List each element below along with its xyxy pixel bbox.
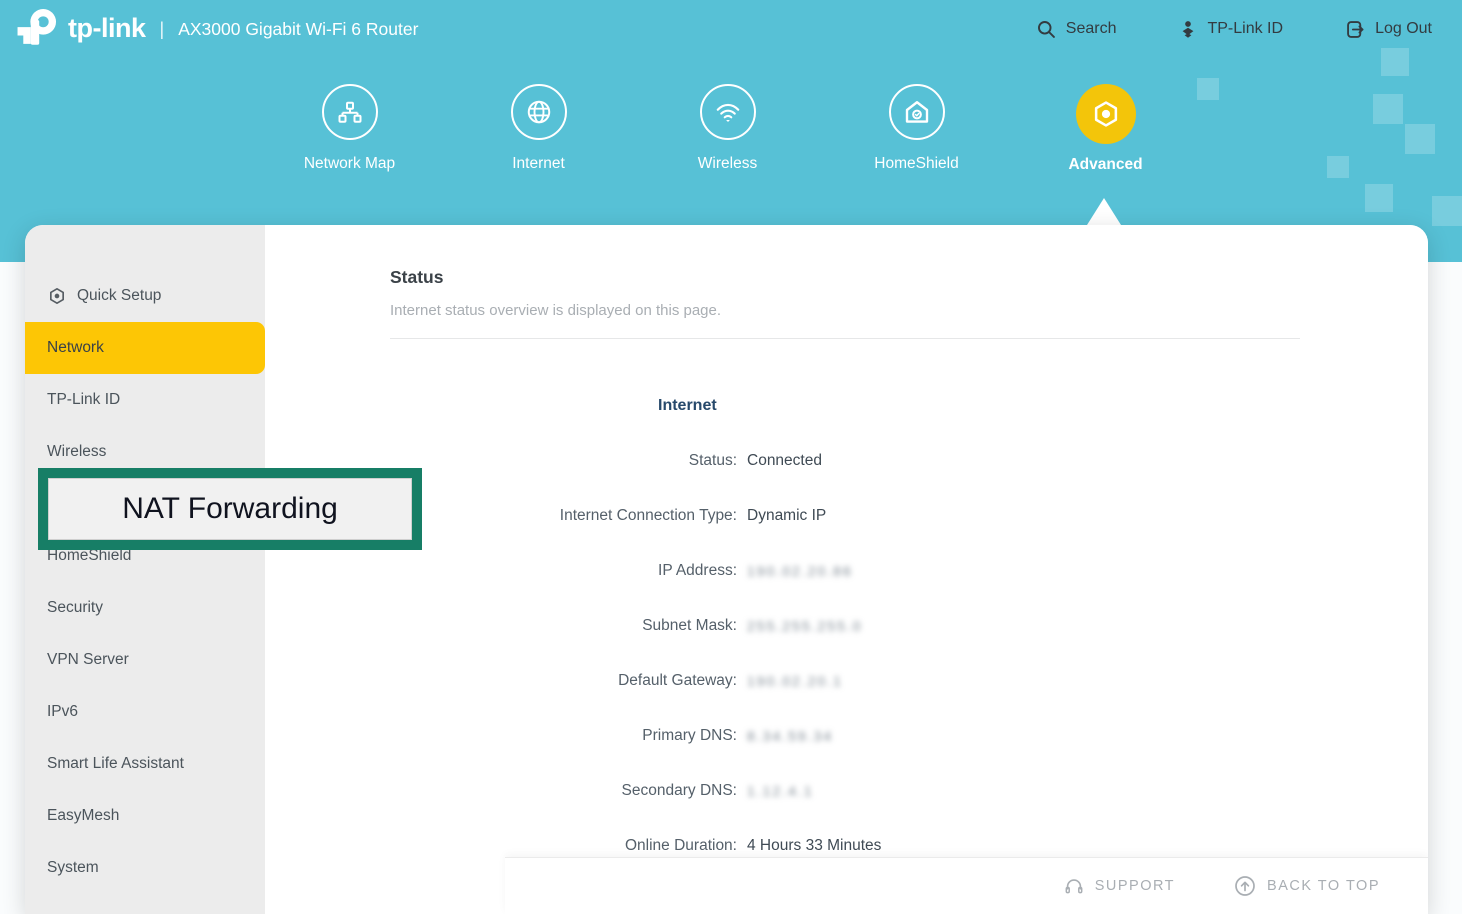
sidebar-item-quick-setup[interactable]: Quick Setup — [25, 270, 265, 322]
sidebar-item-label: EasyMesh — [47, 807, 119, 825]
status-row: Default Gateway:190.02.20.1 — [265, 653, 1428, 708]
row-value-redacted: 1.12.4.1 — [737, 783, 814, 799]
sidebar-item-ipv6[interactable]: IPv6 — [25, 686, 265, 738]
decor-square — [1405, 124, 1435, 154]
tplink-id-button[interactable]: TP-Link ID — [1178, 19, 1283, 39]
back-to-top-button[interactable]: BACK TO TOP — [1233, 874, 1380, 898]
row-label: Default Gateway: — [265, 672, 737, 690]
internet-section-title: Internet — [658, 397, 717, 415]
sidebar-item-label: Wireless — [47, 443, 106, 461]
arrow-up-circle-icon — [1233, 874, 1257, 898]
row-label: Online Duration: — [265, 837, 737, 855]
row-value-redacted: 8.34.59.34 — [737, 728, 833, 744]
decor-square — [1432, 196, 1462, 226]
tab-advanced[interactable]: Advanced — [1011, 84, 1200, 174]
logout-button[interactable]: Log Out — [1345, 19, 1432, 40]
active-tab-pointer — [1087, 198, 1121, 225]
router-model: AX3000 Gigabit Wi-Fi 6 Router — [178, 19, 418, 40]
sidebar-item-label: System — [47, 859, 99, 877]
decor-square — [1373, 94, 1403, 124]
main-panel: Status Internet status overview is displ… — [265, 225, 1428, 914]
tplink-id-label: TP-Link ID — [1207, 20, 1283, 38]
row-value: Connected — [737, 452, 822, 470]
search-label: Search — [1066, 20, 1117, 38]
sidebar-item-vpn-server[interactable]: VPN Server — [25, 634, 265, 686]
row-label: Subnet Mask: — [265, 617, 737, 635]
router-admin-page: tp-link | AX3000 Gigabit Wi-Fi 6 Router … — [0, 0, 1462, 914]
row-value-redacted: 255.255.255.0 — [737, 618, 863, 634]
tab-label: HomeShield — [874, 155, 958, 173]
status-rows: Status:ConnectedInternet Connection Type… — [265, 433, 1428, 873]
sidebar-item-label: Quick Setup — [77, 287, 161, 305]
row-value: Dynamic IP — [737, 507, 826, 525]
tab-homeshield[interactable]: HomeShield — [822, 84, 1011, 174]
sidebar-item-easymesh[interactable]: EasyMesh — [25, 790, 265, 842]
decor-square — [1327, 156, 1349, 178]
top-actions: Search TP-Link ID Log Out — [1036, 0, 1432, 58]
sidebar-item-smart-life-assistant[interactable]: Smart Life Assistant — [25, 738, 265, 790]
row-value: 4 Hours 33 Minutes — [737, 837, 881, 855]
brand-divider: | — [154, 19, 171, 40]
sidebar-item-system[interactable]: System — [25, 842, 265, 894]
top-bar: tp-link | AX3000 Gigabit Wi-Fi 6 Router … — [0, 0, 1462, 58]
wifi-icon — [700, 84, 756, 140]
sidebar-menu: Quick SetupNetworkTP-Link IDWirelessNAT … — [25, 225, 265, 914]
tab-label: Internet — [512, 155, 565, 173]
quick-setup-gear-icon — [47, 286, 67, 306]
internet-globe-icon — [511, 84, 567, 140]
sidebar-item-label: Network — [47, 339, 104, 357]
sidebar-item-label: TP-Link ID — [47, 391, 120, 409]
sidebar-item-label: VPN Server — [47, 651, 129, 669]
row-value-redacted: 190.02.20.86 — [737, 563, 853, 579]
tab-network-map[interactable]: Network Map — [255, 84, 444, 174]
status-row: Status:Connected — [265, 433, 1428, 488]
search-button[interactable]: Search — [1036, 19, 1117, 40]
page-title: Status — [390, 267, 443, 288]
status-row: Primary DNS:8.34.59.34 — [265, 708, 1428, 763]
support-button[interactable]: SUPPORT — [1063, 875, 1175, 897]
sidebar-item-security[interactable]: Security — [25, 582, 265, 634]
row-value-redacted: 190.02.20.1 — [737, 673, 843, 689]
row-label: IP Address: — [265, 562, 737, 580]
tab-label: Wireless — [698, 155, 757, 173]
decor-square — [1197, 78, 1219, 100]
status-row: Internet Connection Type:Dynamic IP — [265, 488, 1428, 543]
logout-label: Log Out — [1375, 20, 1432, 38]
decor-square — [1365, 184, 1393, 212]
divider-line — [390, 338, 1300, 339]
network-map-icon — [322, 84, 378, 140]
sidebar-item-label: IPv6 — [47, 703, 78, 721]
sidebar-item-tp-link-id[interactable]: TP-Link ID — [25, 374, 265, 426]
tp-link-logo-icon — [14, 5, 60, 51]
sidebar-item-label: Security — [47, 599, 103, 617]
tab-label: Network Map — [304, 155, 395, 173]
sidebar-item-label: Smart Life Assistant — [47, 755, 184, 773]
tab-internet[interactable]: Internet — [444, 84, 633, 174]
back-to-top-label: BACK TO TOP — [1267, 878, 1380, 894]
nat-forwarding-annotation-box: NAT Forwarding — [38, 468, 422, 550]
homeshield-icon — [889, 84, 945, 140]
status-row: Subnet Mask:255.255.255.0 — [265, 598, 1428, 653]
row-label: Secondary DNS: — [265, 782, 737, 800]
logout-icon — [1345, 19, 1366, 40]
main-nav: Network Map Internet — [255, 84, 1200, 174]
tab-label: Advanced — [1068, 156, 1142, 174]
status-row: Secondary DNS:1.12.4.1 — [265, 763, 1428, 818]
headset-icon — [1063, 875, 1085, 897]
page-subtitle: Internet status overview is displayed on… — [390, 302, 721, 319]
status-row: IP Address:190.02.20.86 — [265, 543, 1428, 598]
footer-bar: SUPPORT BACK TO TOP — [505, 857, 1428, 914]
row-label: Primary DNS: — [265, 727, 737, 745]
content-card: Quick Setup Network TP-Link ID Wireless NAT … — [25, 225, 1428, 914]
brand-name: tp-link — [68, 13, 146, 44]
support-label: SUPPORT — [1095, 878, 1175, 894]
user-icon — [1178, 19, 1198, 39]
advanced-gear-icon — [1076, 84, 1136, 144]
tp-link-logo: tp-link | AX3000 Gigabit Wi-Fi 6 Router — [14, 5, 418, 51]
annotation-label: NAT Forwarding — [122, 492, 338, 526]
search-icon — [1036, 19, 1057, 40]
row-label: Status: — [265, 452, 737, 470]
sidebar-item-network[interactable]: Network — [25, 322, 265, 374]
tab-wireless[interactable]: Wireless — [633, 84, 822, 174]
